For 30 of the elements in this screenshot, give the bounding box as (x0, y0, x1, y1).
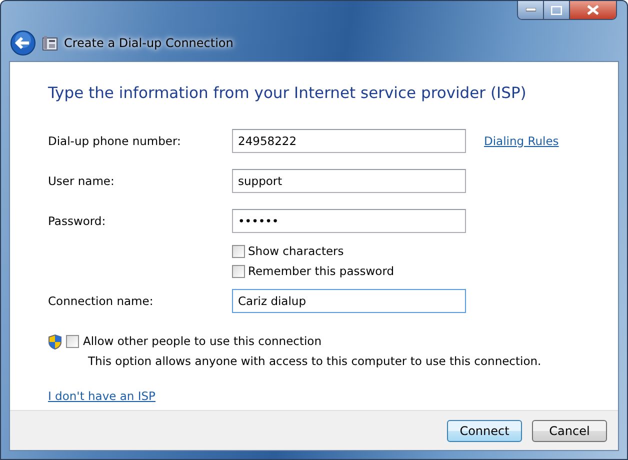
connect-button[interactable]: Connect (447, 420, 522, 442)
checkbox[interactable] (66, 335, 79, 348)
input-field[interactable]: support (232, 169, 466, 194)
checkbox[interactable] (232, 244, 245, 258)
cancel-button[interactable]: Cancel (532, 420, 607, 442)
window-title: Create a Dial-up Connection (64, 35, 234, 52)
checkbox[interactable] (232, 264, 245, 278)
minimize-button[interactable] (518, 1, 544, 19)
field-label: Dial-up phone number: (48, 132, 182, 150)
back-icon[interactable] (10, 30, 36, 56)
maximize-icon (551, 6, 562, 14)
input-field[interactable]: 24958222 (232, 129, 466, 154)
checkbox-label[interactable]: Allow other people to use this connection (83, 333, 322, 350)
field-label: Password: (48, 212, 107, 230)
description-text: This option allows anyone with access to this computer to use this connection. (87, 352, 542, 370)
input-field[interactable]: Cariz dialup (232, 289, 466, 314)
heading: Type the information from your Internet service provider (ISP) (48, 83, 528, 104)
checkbox-label[interactable]: Remember this password (248, 262, 394, 280)
field-label: Connection name: (48, 292, 154, 310)
no-isp-link[interactable]: I don't have an ISP (48, 388, 156, 405)
dialing-rules-link[interactable]: Dialing Rules (484, 132, 559, 150)
input-field[interactable]: •••••• (232, 209, 466, 234)
shield-icon (48, 334, 62, 350)
close-button[interactable] (570, 1, 616, 19)
field-label: User name: (48, 172, 116, 190)
checkbox-label[interactable]: Show characters (248, 242, 344, 260)
close-icon (587, 5, 599, 15)
telephone-icon (42, 35, 58, 51)
minimize-icon (526, 8, 536, 12)
maximize-button[interactable] (544, 1, 570, 19)
